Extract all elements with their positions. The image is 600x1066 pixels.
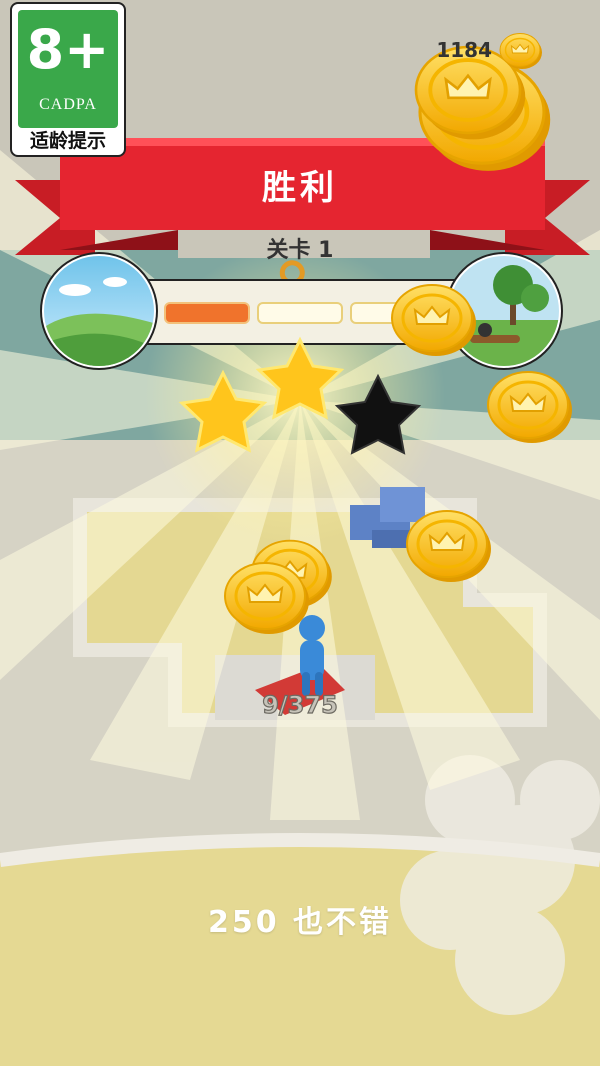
victory-title: 胜利 bbox=[262, 168, 338, 208]
coin-count: 1184 bbox=[436, 38, 492, 62]
age-rating-badge: 8+ CADPA 适龄提示 bbox=[10, 2, 126, 157]
age-rating-org: CADPA bbox=[39, 96, 97, 113]
progress-segment-1 bbox=[164, 302, 250, 324]
score-message: 250 也不错 bbox=[207, 905, 393, 940]
age-rating-tip: 适龄提示 bbox=[29, 130, 106, 152]
level-label: 关卡 1 bbox=[266, 238, 334, 263]
board-counter: 9/375 bbox=[262, 691, 338, 719]
progress-segment-2 bbox=[257, 302, 343, 324]
age-rating-number: 8+ bbox=[26, 18, 110, 81]
